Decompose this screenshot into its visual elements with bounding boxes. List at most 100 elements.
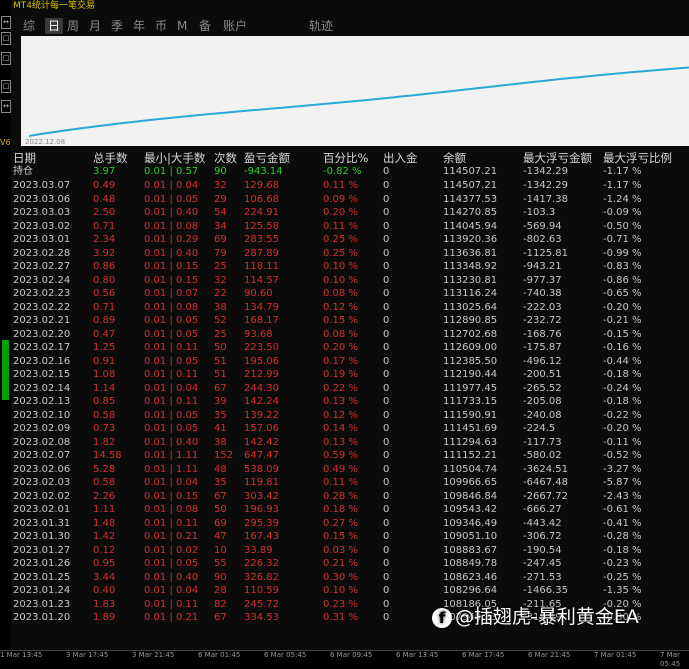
cell-col-2: 0.01 | 0.05 [144, 558, 199, 569]
cell-col-1: 0.12 [93, 544, 116, 556]
table-row: 2023.02.21 0.89 0.01 | 0.05 52 168.17 0.15 % 0… [11, 315, 689, 327]
equity-chart: 2022.12.08 [21, 36, 689, 146]
cell-col-5: 0.11 % [323, 180, 358, 191]
toolbar-button[interactable]: □ [1, 52, 11, 65]
cell-col-7: 余额 [443, 151, 466, 165]
cell-col-5: 百分比% [323, 151, 369, 165]
tab-3[interactable]: 月 [89, 18, 101, 34]
cell-col-2: 0.01 | 0.05 [144, 193, 199, 205]
cell-col-3: 90 [214, 571, 227, 583]
cell-col-6: 0 [383, 166, 390, 177]
table-row: 2023.03.03 2.50 0.01 | 0.40 54 224.91 0.20 % 0… [11, 207, 689, 219]
cell-col-5: 0.10 % [323, 585, 358, 596]
table-scrollbar[interactable] [677, 152, 689, 650]
cell-col-0: 2023.02.14 [13, 382, 71, 394]
cell-col-8: 最大浮亏金额 [523, 151, 592, 165]
watermark: f @插翅虎-暴利黄金EA [432, 602, 639, 629]
cell-col-8: -569.94 [523, 220, 562, 232]
tab-10[interactable]: 轨迹 [309, 18, 333, 34]
cell-col-9: -5.87 % [603, 477, 642, 488]
cell-col-3: 35 [214, 409, 227, 421]
cell-col-5: 0.21 % [323, 558, 358, 569]
window-title: MT4统计每一笔交易 [13, 1, 95, 11]
tab-6[interactable]: 币 [155, 18, 167, 34]
cell-col-3: 38 [214, 301, 227, 313]
cell-col-4: 106.68 [244, 193, 279, 205]
cell-col-0: 2023.02.01 [13, 504, 71, 515]
cell-col-5: 0.11 % [323, 220, 358, 232]
cell-col-5: 0.10 % [323, 261, 358, 272]
cell-col-5: 0.03 % [323, 544, 358, 556]
cell-col-2: 0.01 | 0.11 [144, 396, 199, 407]
cell-col-1: 3.92 [93, 247, 116, 259]
cell-col-4: 33.89 [244, 544, 273, 556]
toolbar-button[interactable]: ↔ [1, 16, 11, 29]
cell-col-8: -205.08 [523, 396, 562, 407]
cell-col-1: 0.56 [93, 288, 116, 299]
cell-col-0: 2023.02.09 [13, 423, 71, 434]
tab-7[interactable]: M [177, 18, 187, 34]
tab-9[interactable]: 账户 [223, 18, 247, 34]
tab-1[interactable]: 日 [45, 18, 64, 34]
cell-col-2: 0.01 | 0.40 [144, 247, 199, 259]
table-row: 2023.02.02 2.26 0.01 | 0.15 67 303.42 0.28 % 0… [11, 491, 689, 503]
cell-col-6: 0 [383, 193, 390, 205]
table-row: 2023.03.07 0.49 0.01 | 0.04 32 129.68 0.11 % 0… [11, 180, 689, 192]
cell-col-1: 1.89 [93, 612, 116, 623]
cell-col-9: -1.17 % [603, 180, 642, 191]
cell-col-4: 90.60 [244, 288, 273, 299]
cell-col-3: 69 [214, 234, 227, 245]
cell-col-7: 109051.10 [443, 531, 498, 542]
cell-col-5: 0.59 % [323, 450, 358, 461]
cell-col-7: 113116.24 [443, 288, 498, 299]
cell-col-8: -200.51 [523, 369, 562, 380]
cell-col-4: 283.55 [244, 234, 279, 245]
cell-col-4: 295.39 [244, 517, 279, 529]
cell-col-4: 196.93 [244, 504, 279, 515]
cell-col-8: -6467.48 [523, 477, 568, 488]
cell-col-7: 112609.00 [443, 342, 498, 353]
cell-col-6: 0 [383, 355, 390, 367]
cell-col-5: 0.13 % [323, 396, 358, 407]
cell-col-6: 0 [383, 382, 390, 394]
tab-4[interactable]: 季 [111, 18, 123, 34]
cell-col-8: -271.53 [523, 571, 562, 583]
cell-col-6: 0 [383, 288, 390, 299]
cell-col-9: -0.09 % [603, 207, 642, 218]
cell-col-8: -175.87 [523, 342, 562, 353]
toolbar-button[interactable]: □ [1, 32, 11, 45]
table-row: 2023.02.16 0.91 0.01 | 0.05 51 195.06 0.17 % 0… [11, 356, 689, 368]
cell-col-7: 114507.21 [443, 180, 498, 191]
toolbar-button[interactable]: ↔ [1, 100, 11, 113]
cell-col-9: -0.28 % [603, 531, 642, 542]
toolbar-button[interactable]: □ [1, 80, 11, 93]
cell-col-5: 0.20 % [323, 207, 358, 218]
tab-0[interactable]: 综 [23, 18, 35, 34]
cell-col-4: 119.81 [244, 477, 279, 488]
cell-col-9: -0.23 % [603, 558, 642, 569]
cell-col-4: 212.99 [244, 369, 279, 380]
cell-col-8: -117.73 [523, 436, 562, 448]
cell-col-6: 0 [383, 342, 390, 353]
table-row: 2023.03.02 0.71 0.01 | 0.08 34 125.58 0.11 % 0… [11, 221, 689, 233]
cell-col-0: 持仓 [13, 166, 33, 177]
tab-8[interactable]: 备 [199, 18, 211, 34]
cell-col-6: 0 [383, 207, 390, 218]
cell-col-6: 0 [383, 571, 390, 583]
cell-col-0: 2023.02.24 [13, 274, 71, 286]
cell-col-5: 0.09 % [323, 193, 358, 205]
cell-col-6: 0 [383, 396, 390, 407]
tab-5[interactable]: 年 [133, 18, 145, 34]
cell-col-5: 0.15 % [323, 531, 358, 542]
cell-col-6: 0 [383, 369, 390, 380]
cell-col-3: 32 [214, 180, 227, 191]
cell-col-1: 0.71 [93, 220, 116, 232]
cell-col-8: -168.76 [523, 328, 562, 340]
tab-2[interactable]: 周 [67, 18, 79, 34]
cell-col-3: 82 [214, 598, 227, 610]
cell-col-0: 2023.02.06 [13, 463, 71, 475]
table-row: 2023.02.23 0.56 0.01 | 0.07 22 90.60 0.08 % 0 1… [11, 288, 689, 300]
cell-col-8: -3624.51 [523, 463, 568, 475]
cell-col-5: 0.10 % [323, 274, 358, 286]
cell-col-3: 32 [214, 274, 227, 286]
